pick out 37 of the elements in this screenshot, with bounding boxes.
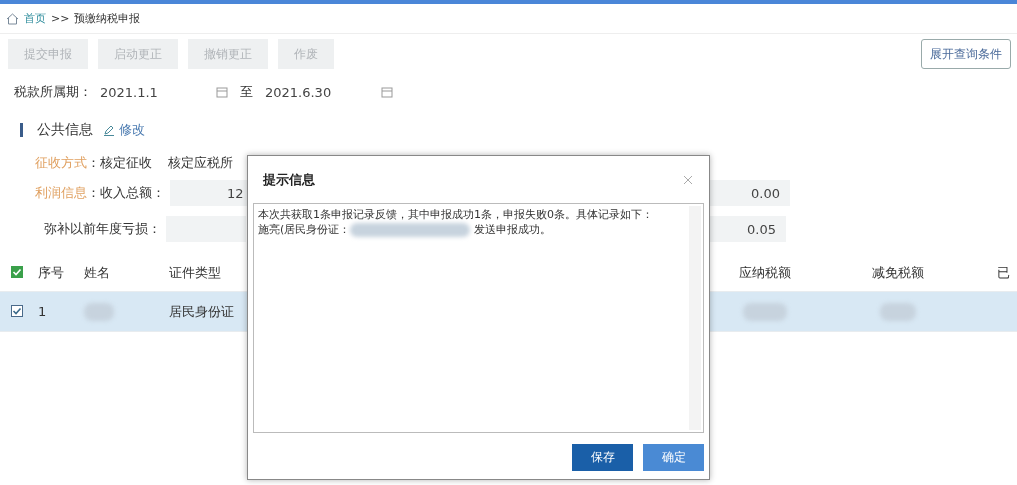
field-label: 征收方式 bbox=[35, 154, 87, 172]
table-cell: 1 bbox=[38, 304, 47, 319]
edit-link[interactable]: 修改 bbox=[119, 121, 145, 139]
column-header: 应纳税额 bbox=[739, 264, 791, 280]
message-text: 施亮(居民身份证： bbox=[258, 222, 351, 237]
home-link[interactable]: 首页 bbox=[24, 11, 46, 26]
field-label: ：收入总额： bbox=[87, 184, 165, 202]
message-text: 发送申报成功。 bbox=[474, 222, 552, 237]
to-label: 至 bbox=[240, 83, 253, 101]
row-checkbox[interactable] bbox=[11, 305, 23, 317]
start-date-field[interactable]: 2021.1.1 bbox=[96, 80, 216, 104]
field-value: ：核定征收 bbox=[87, 154, 152, 172]
period-label: 税款所属期： bbox=[14, 83, 92, 101]
dialog-title: 提示信息 bbox=[263, 170, 315, 189]
message-text: 本次共获取1条申报记录反馈，其中申报成功1条，申报失败0条。具体记录如下： bbox=[258, 207, 653, 222]
field-label: 利润信息 bbox=[35, 184, 87, 202]
breadcrumb-separator: >> bbox=[51, 12, 70, 25]
calendar-icon[interactable] bbox=[381, 86, 393, 98]
column-header: 序号 bbox=[38, 264, 64, 280]
select-all-checkbox[interactable] bbox=[11, 266, 23, 278]
loss-field[interactable] bbox=[166, 216, 246, 242]
column-header: 已 bbox=[997, 264, 1010, 280]
column-header: 减免税额 bbox=[871, 264, 924, 280]
end-date-field[interactable]: 2021.6.30 bbox=[261, 80, 381, 104]
table-cell: 居民身份证 bbox=[169, 303, 234, 319]
dialog-button[interactable]: 保存 bbox=[572, 444, 633, 471]
expand-query-button[interactable]: 展开查询条件 bbox=[921, 39, 1011, 69]
calendar-icon[interactable] bbox=[216, 86, 228, 98]
home-icon bbox=[6, 12, 19, 25]
breadcrumb-current: 预缴纳税申报 bbox=[74, 11, 141, 26]
field-label: 核定应税所 bbox=[168, 154, 233, 172]
section-title: 公共信息 bbox=[37, 121, 93, 139]
column-header: 姓名 bbox=[84, 264, 110, 280]
dialog-button[interactable]: 确定 bbox=[643, 444, 704, 471]
field-label: 弥补以前年度亏损： bbox=[44, 220, 161, 238]
pencil-icon[interactable] bbox=[103, 124, 115, 136]
column-header: 证件类型 bbox=[169, 264, 221, 280]
